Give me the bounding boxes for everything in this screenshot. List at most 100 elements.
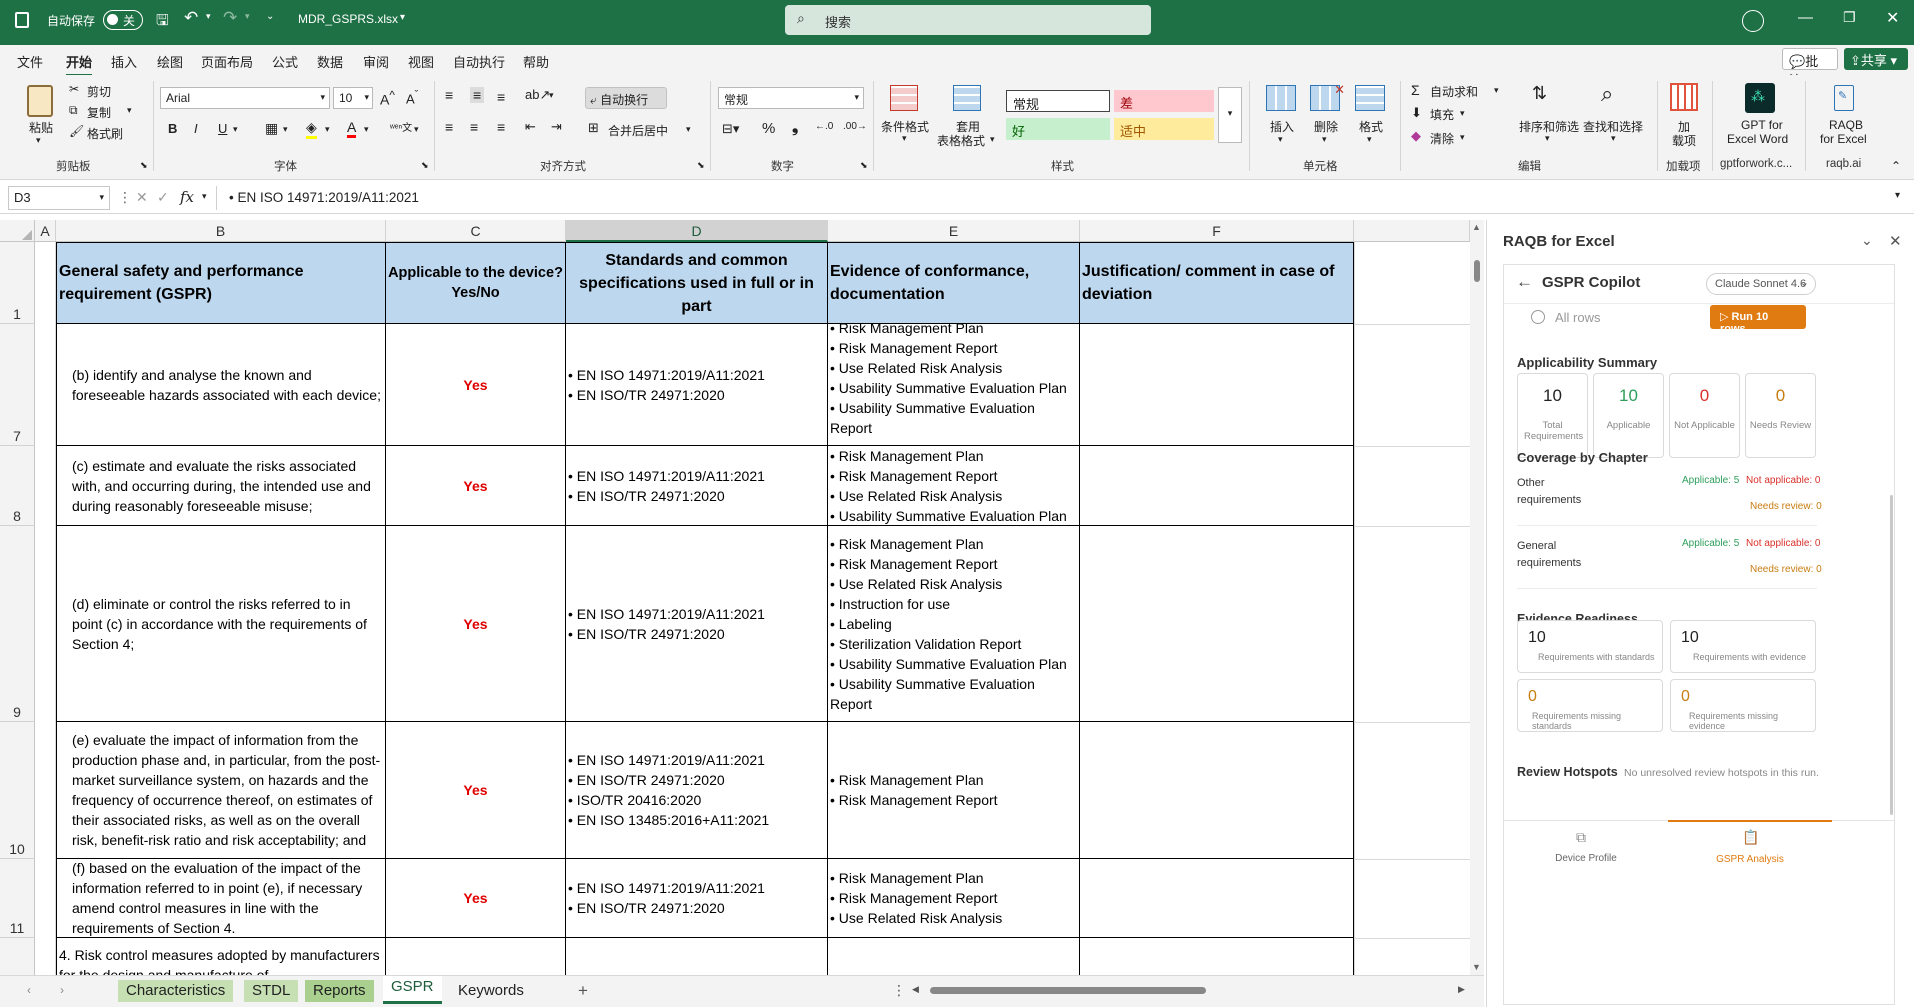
cut-button[interactable]: 剪切 bbox=[87, 83, 111, 100]
format-cells-icon[interactable] bbox=[1355, 85, 1385, 111]
collapse-ribbon-icon[interactable]: ⌃ bbox=[1891, 159, 1901, 173]
percent-icon[interactable]: % bbox=[762, 120, 775, 137]
vertical-scrollbar[interactable]: ▲ ▼ bbox=[1470, 220, 1484, 975]
minimize-icon[interactable]: — bbox=[1798, 9, 1813, 26]
gspr-cell[interactable]: (e) evaluate the impact of information f… bbox=[56, 722, 386, 859]
header-cell-applicable[interactable]: Applicable to the device? Yes/No bbox=[386, 242, 566, 324]
row-header-12[interactable] bbox=[0, 938, 35, 975]
scroll-up-icon[interactable]: ▲ bbox=[1472, 222, 1481, 232]
standards-cell[interactable]: • EN ISO 14971:2019/A11:2021 • EN ISO/TR… bbox=[566, 722, 828, 859]
name-box[interactable]: D3 ▾ bbox=[8, 186, 110, 210]
standards-cell[interactable]: • EN ISO 14971:2019/A11:2021 • EN ISO/TR… bbox=[566, 859, 828, 938]
font-color-dropdown-icon[interactable]: ▾ bbox=[364, 124, 369, 135]
clear-button[interactable]: 清除 bbox=[1430, 130, 1454, 147]
align-right-icon[interactable]: ≡ bbox=[497, 119, 505, 135]
underline-dropdown-icon[interactable]: ▾ bbox=[233, 124, 238, 135]
evidence-cell[interactable] bbox=[828, 938, 1080, 975]
find-dropdown-icon[interactable]: ▾ bbox=[1611, 133, 1616, 144]
gspr-cell[interactable]: (c) estimate and evaluate the risks asso… bbox=[56, 446, 386, 526]
evidence-cell[interactable]: • Risk Management Plan • Risk Management… bbox=[828, 859, 1080, 938]
applicable-cell[interactable]: Yes bbox=[386, 446, 566, 526]
addins-icon[interactable] bbox=[1670, 83, 1698, 111]
font-color-icon[interactable]: A bbox=[347, 119, 357, 138]
orientation-icon[interactable]: ab↗ bbox=[525, 87, 550, 103]
column-header-d[interactable]: D bbox=[566, 220, 828, 242]
align-bottom-icon[interactable]: ≡ bbox=[497, 89, 505, 105]
header-cell-justification[interactable]: Justification/ comment in case of deviat… bbox=[1080, 242, 1354, 324]
tab-scroll-right-icon[interactable]: › bbox=[60, 983, 64, 997]
menu-file[interactable]: 文件 bbox=[17, 52, 43, 71]
wrap-text-button[interactable]: ⤶ 自动换行 bbox=[585, 87, 667, 109]
raqb-line1[interactable]: RAQB bbox=[1829, 118, 1863, 132]
horizontal-scroll-thumb[interactable] bbox=[930, 987, 1206, 994]
tab-gspr[interactable]: GSPR bbox=[383, 976, 442, 1004]
style-neutral[interactable]: 适中 bbox=[1114, 118, 1214, 140]
format-cells-button[interactable]: 格式 bbox=[1359, 118, 1383, 135]
evidence-cell[interactable]: • Risk Management Plan • Risk Management… bbox=[828, 526, 1080, 722]
undo-icon[interactable]: ↶ bbox=[184, 8, 198, 28]
gpt-line2[interactable]: Excel Word bbox=[1727, 132, 1788, 146]
hscroll-left-icon[interactable]: ◀ bbox=[912, 984, 919, 995]
row-header-10[interactable]: 10 bbox=[0, 722, 35, 859]
menu-data[interactable]: 数据 bbox=[317, 52, 343, 71]
fill-color-dropdown-icon[interactable]: ▾ bbox=[325, 124, 330, 135]
paste-icon[interactable] bbox=[27, 85, 53, 117]
table-format-dropdown-icon[interactable]: ▾ bbox=[990, 134, 995, 145]
delete-cells-icon[interactable]: ✕ bbox=[1310, 82, 1345, 111]
font-size-select[interactable]: 10 ▾ bbox=[333, 87, 373, 109]
add-sheet-icon[interactable]: + bbox=[578, 981, 588, 1001]
conditional-format-dropdown-icon[interactable]: ▾ bbox=[902, 133, 907, 144]
comments-button[interactable]: 💬批注 bbox=[1782, 48, 1838, 88]
restore-icon[interactable]: ❐ bbox=[1843, 9, 1856, 26]
row-header-9[interactable]: 9 bbox=[0, 526, 35, 722]
sort-filter-icon[interactable]: ⇅ bbox=[1532, 83, 1547, 104]
redo-icon[interactable]: ↷ bbox=[223, 8, 237, 28]
tab-keywords[interactable]: Keywords bbox=[450, 980, 532, 1002]
panel-options-chevron-icon[interactable]: ⌄ bbox=[1861, 232, 1873, 249]
applicable-cell[interactable]: Yes bbox=[386, 526, 566, 722]
vertical-scroll-thumb[interactable] bbox=[1474, 260, 1480, 282]
paste-dropdown-icon[interactable]: ▾ bbox=[36, 135, 41, 146]
align-middle-icon[interactable]: ≡ bbox=[470, 87, 485, 103]
increase-decimal-icon[interactable]: ←.0 bbox=[815, 121, 833, 132]
applicable-cell[interactable] bbox=[386, 938, 566, 975]
row-header-1[interactable]: 1 bbox=[0, 242, 35, 324]
copy-dropdown-icon[interactable]: ▾ bbox=[127, 105, 132, 116]
copy-button[interactable]: 复制 bbox=[87, 104, 111, 121]
tab-reports[interactable]: Reports bbox=[305, 980, 374, 1002]
gspr-cell[interactable]: (f) based on the evaluation of the impac… bbox=[56, 859, 386, 938]
menu-view[interactable]: 视图 bbox=[408, 52, 434, 71]
justification-cell[interactable] bbox=[1080, 526, 1354, 722]
share-button[interactable]: ⇪共享 ▾ bbox=[1844, 48, 1908, 70]
all-rows-radio[interactable] bbox=[1531, 310, 1545, 324]
clear-dropdown-icon[interactable]: ▾ bbox=[1460, 132, 1465, 143]
menu-automate[interactable]: 自动执行 bbox=[453, 52, 505, 71]
justification-cell[interactable] bbox=[1080, 446, 1354, 526]
underline-icon[interactable]: U bbox=[218, 121, 227, 136]
align-left-icon[interactable]: ≡ bbox=[445, 119, 453, 135]
search-box[interactable]: ⌕ 搜索 bbox=[785, 5, 1151, 35]
tab-scroll-left-icon[interactable]: ‹ bbox=[27, 983, 31, 997]
tab-stdl[interactable]: STDL bbox=[244, 980, 299, 1002]
sort-dropdown-icon[interactable]: ▾ bbox=[1545, 133, 1550, 144]
autosum-button[interactable]: 自动求和 bbox=[1430, 83, 1478, 100]
menu-page-layout[interactable]: 页面布局 bbox=[201, 52, 253, 71]
standards-cell[interactable]: • EN ISO 14971:2019/A11:2021 • EN ISO/TR… bbox=[566, 324, 828, 446]
menu-formulas[interactable]: 公式 bbox=[272, 52, 298, 71]
merge-center-button[interactable]: 合并后居中 bbox=[608, 122, 668, 139]
number-launcher-icon[interactable]: ⬊ bbox=[860, 160, 868, 171]
row-header-11[interactable]: 11 bbox=[0, 859, 35, 938]
justification-cell[interactable] bbox=[1080, 859, 1354, 938]
panel-scrollbar[interactable] bbox=[1890, 495, 1893, 815]
filename[interactable]: MDR_GSPRS.xlsx bbox=[298, 12, 398, 26]
gpt-line1[interactable]: GPT for bbox=[1741, 118, 1783, 132]
tab-characteristics[interactable]: Characteristics bbox=[118, 980, 234, 1002]
nav-device-profile[interactable]: ⧉ Device Profile bbox=[1504, 821, 1668, 871]
enter-icon[interactable]: ✓ bbox=[157, 189, 169, 206]
column-header-f[interactable]: F bbox=[1080, 220, 1354, 242]
filename-chevron-icon[interactable]: ▾ bbox=[400, 12, 405, 23]
raqb-icon[interactable]: ✎ bbox=[1834, 85, 1854, 111]
section-heading-cell[interactable]: 4. Risk control measures adopted by manu… bbox=[56, 938, 386, 975]
orientation-dropdown-icon[interactable]: ▾ bbox=[549, 90, 554, 101]
increase-indent-icon[interactable]: ⇥ bbox=[551, 119, 562, 135]
